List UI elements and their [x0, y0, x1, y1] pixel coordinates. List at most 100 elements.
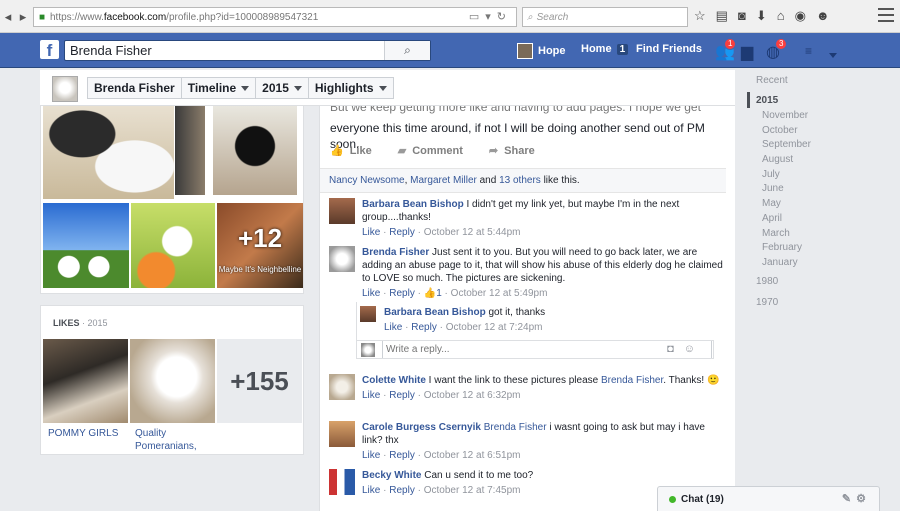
month-link[interactable]: September [762, 139, 811, 150]
year-1970[interactable]: 1970 [756, 297, 778, 308]
privacy-shortcuts-icon[interactable]: ≡ [805, 44, 812, 58]
comment-time[interactable]: October 12 at 6:32pm [424, 390, 521, 401]
month-link[interactable]: November [762, 110, 808, 121]
crumb-timeline[interactable]: Timeline [182, 78, 257, 98]
comment-like-link[interactable]: Like [362, 390, 380, 401]
month-link[interactable]: March [762, 228, 790, 239]
month-link[interactable]: August [762, 154, 793, 165]
photo-thumbnail[interactable] [43, 106, 174, 199]
like-button[interactable]: 👍 Like [330, 144, 372, 158]
year-1980[interactable]: 1980 [756, 276, 778, 287]
month-link[interactable]: January [762, 257, 798, 268]
year-recent[interactable]: Recent [756, 75, 788, 86]
avatar[interactable] [329, 198, 355, 224]
comment-author[interactable]: Carole Burgess Csernyik [362, 422, 481, 433]
comment-time[interactable]: October 12 at 5:49pm [451, 288, 548, 299]
reply-input[interactable] [382, 341, 712, 358]
photo-thumbnail[interactable] [43, 203, 129, 288]
comment-like-count[interactable]: 1 [436, 288, 442, 299]
addon-icon[interactable]: ◉ [795, 8, 806, 24]
comment-like-link[interactable]: Like [362, 450, 380, 461]
month-link[interactable]: June [762, 183, 784, 194]
share-button[interactable]: ➦ Share [489, 144, 535, 158]
messages-icon[interactable]: ▆ [741, 42, 753, 62]
address-bar[interactable]: ■ https://www.facebook.com/profile.php?i… [33, 7, 517, 27]
crumb-year[interactable]: 2015 [256, 78, 309, 98]
page-name[interactable]: POMMY GIRLS [43, 427, 128, 440]
comment-author[interactable]: Colette White [362, 375, 426, 386]
camera-icon[interactable]: ◘☺ [667, 343, 705, 355]
like-page-tile[interactable]: Quality Pomeranians, [130, 339, 215, 453]
nav-home-link[interactable]: Home 1 [581, 43, 629, 55]
month-link[interactable]: July [762, 169, 780, 180]
month-link[interactable]: May [762, 198, 781, 209]
bookmark-star-icon[interactable]: ☆ [694, 8, 706, 24]
friend-requests-icon[interactable]: 👥 1 [715, 38, 737, 62]
comment-time[interactable]: October 12 at 5:44pm [424, 227, 521, 238]
comment-button[interactable]: ▰ Comment [398, 144, 463, 158]
mention-link[interactable]: Brenda Fisher [484, 422, 547, 433]
profile-thumbnail[interactable] [52, 76, 78, 102]
month-link[interactable]: April [762, 213, 782, 224]
month-link[interactable]: February [762, 242, 802, 253]
reading-list-icon[interactable]: ▤ [716, 8, 728, 24]
back-icon[interactable]: ◂ [0, 9, 16, 25]
home-icon[interactable]: ⌂ [777, 8, 785, 24]
search-button[interactable]: ⌕ [384, 41, 430, 60]
download-icon[interactable]: ⬇ [756, 8, 767, 24]
mention-link[interactable]: Brenda Fisher [601, 375, 663, 386]
avatar[interactable] [329, 374, 355, 400]
browser-tool-icons: ☆ ▤ ◙ ⬇ ⌂ ◉ ☻ [694, 8, 830, 24]
notifications-globe-icon[interactable]: ◍ 3 [766, 38, 788, 62]
nav-find-friends-label: Find Friends [636, 43, 702, 55]
nav-profile-link[interactable]: Hope [517, 43, 566, 59]
menu-icon[interactable] [878, 8, 894, 22]
page-name[interactable]: Quality Pomeranians, [130, 427, 215, 453]
comment-time[interactable]: October 12 at 6:51pm [424, 450, 521, 461]
thumbs-up-icon[interactable]: 👍 [424, 288, 436, 299]
comment-like-link[interactable]: Like [362, 485, 380, 496]
photo-thumbnail[interactable] [213, 106, 297, 195]
forward-icon[interactable]: ▸ [15, 9, 31, 25]
others-link[interactable]: 13 others [499, 175, 541, 186]
comment-author[interactable]: Brenda Fisher [362, 247, 429, 258]
comment-reply-link[interactable]: Reply [389, 485, 415, 496]
comment-reply-link[interactable]: Reply [389, 288, 415, 299]
comment-reply-link[interactable]: Reply [389, 450, 415, 461]
comment-reply-link[interactable]: Reply [389, 390, 415, 401]
avatar[interactable] [329, 469, 355, 495]
reader-icon[interactable]: ▭▾↻ [469, 10, 512, 23]
facebook-search-input[interactable]: Brenda Fisher ⌕ [64, 40, 431, 61]
more-likes-tile[interactable]: +155 [217, 339, 302, 423]
nav-user-name: Hope [538, 45, 566, 57]
crumb-profile-name[interactable]: Brenda Fisher [88, 78, 182, 98]
comment-time[interactable]: October 12 at 7:45pm [424, 485, 521, 496]
magnifier-icon: ⌕ [404, 43, 411, 57]
account-menu-icon[interactable] [829, 45, 837, 63]
more-photos-tile[interactable]: +12 Maybe It's Neighbelline [217, 203, 303, 288]
liker-link[interactable]: Nancy Newsome [329, 175, 405, 186]
crumb-highlights[interactable]: Highlights [309, 78, 393, 98]
avatar[interactable] [329, 421, 355, 447]
comment-like-link[interactable]: Like [362, 288, 380, 299]
liker-link[interactable]: Margaret Miller [410, 175, 477, 186]
facebook-logo-icon[interactable]: f [40, 40, 59, 59]
chat-bubble-icon[interactable]: ☻ [816, 8, 830, 24]
comment-author[interactable]: Becky White [362, 470, 421, 481]
comment-reply-link[interactable]: Reply [389, 227, 415, 238]
photo-thumbnail[interactable] [131, 203, 215, 288]
chat-dock[interactable]: Chat (19) ✎⚙ [657, 486, 880, 511]
chat-settings-icon[interactable]: ✎⚙ [842, 492, 871, 505]
photo-thumbnail[interactable] [175, 106, 205, 195]
year-2015[interactable]: 2015 [756, 95, 778, 106]
month-link[interactable]: October [762, 125, 798, 136]
active-year-marker [747, 92, 750, 108]
browser-search-input[interactable]: ⌕ Search [522, 7, 688, 27]
more-likes-count: +155 [217, 339, 302, 423]
comment-author[interactable]: Barbara Bean Bishop [362, 199, 464, 210]
nav-find-friends-link[interactable]: Find Friends [636, 43, 702, 55]
pocket-icon[interactable]: ◙ [738, 8, 746, 24]
avatar[interactable] [329, 246, 355, 272]
comment-like-link[interactable]: Like [362, 227, 380, 238]
like-page-tile[interactable]: POMMY GIRLS [43, 339, 128, 440]
